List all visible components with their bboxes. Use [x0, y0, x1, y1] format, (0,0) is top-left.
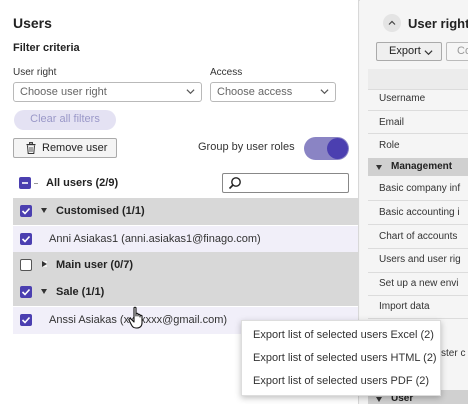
field-username: Username — [379, 93, 426, 104]
export-menu: Export list of selected users Excel (2) … — [241, 320, 441, 396]
group-label: Sale (1/1) — [56, 286, 105, 298]
minus-icon — [22, 182, 28, 184]
hand-cursor-icon — [128, 306, 143, 329]
group-by-roles-label: Group by user roles — [198, 141, 295, 153]
divider — [368, 110, 468, 111]
group-label: Customised (1/1) — [56, 205, 145, 217]
chevron-down-icon — [320, 89, 329, 95]
panel-title: Users — [13, 15, 52, 31]
group-checkbox[interactable] — [20, 286, 32, 298]
group-row-customised[interactable]: Customised (1/1) — [13, 198, 358, 225]
field-role: Role — [379, 140, 400, 151]
chevron-up-icon — [388, 20, 396, 25]
expand-arrow-icon — [376, 397, 382, 402]
expand-arrow-icon[interactable] — [41, 208, 47, 213]
all-users-label: All users (2/9) — [46, 177, 119, 189]
divider — [368, 272, 468, 273]
group-checkbox[interactable] — [20, 259, 32, 271]
right-item: Chart of accounts — [379, 231, 458, 242]
chevron-down-icon — [186, 89, 195, 95]
right-item: Basic accounting i — [379, 207, 460, 218]
section-management[interactable]: Management — [368, 158, 468, 176]
chevron-down-icon — [424, 50, 433, 56]
expand-arrow-icon — [376, 165, 382, 170]
divider — [368, 133, 468, 134]
group-row-main-user[interactable]: Main user (0/7) — [13, 252, 358, 279]
right-item: Import data — [379, 301, 430, 312]
remove-user-label: Remove user — [42, 142, 108, 154]
user-rights-title: User rights — [408, 16, 468, 31]
check-icon — [21, 288, 31, 296]
table-header — [368, 69, 468, 89]
menu-item-export-pdf[interactable]: Export list of selected users PDF (2) — [253, 375, 429, 387]
trash-icon — [26, 142, 36, 154]
menu-item-export-html[interactable]: Export list of selected users HTML (2) — [253, 352, 437, 364]
group-row-sale[interactable]: Sale (1/1) — [13, 279, 358, 306]
check-icon — [21, 316, 31, 324]
section-label: Management — [391, 161, 453, 172]
user-row-anni[interactable]: Anni Asiakas1 (anni.asiakas1@finago.com) — [13, 226, 358, 253]
right-item: Basic company inf — [379, 183, 461, 194]
divider — [368, 318, 468, 319]
check-icon — [21, 207, 31, 215]
right-item: Set up a new envi — [379, 278, 459, 289]
user-label: Anni Asiakas1 (anni.asiakas1@finago.com) — [49, 233, 261, 245]
toggle-knob — [327, 138, 348, 159]
right-item: ster c — [441, 348, 466, 359]
access-placeholder: Choose access — [217, 86, 293, 98]
filter-criteria-heading: Filter criteria — [13, 42, 80, 54]
user-checkbox[interactable] — [20, 233, 32, 245]
group-by-roles-toggle[interactable] — [304, 137, 349, 160]
expand-arrow-icon[interactable] — [41, 289, 47, 294]
divider — [34, 183, 38, 184]
export-label: Export — [389, 45, 421, 57]
check-icon — [21, 235, 31, 243]
group-label: Main user (0/7) — [56, 259, 134, 271]
search-input[interactable] — [222, 173, 349, 193]
divider — [368, 200, 468, 201]
export-button[interactable]: Export — [376, 42, 442, 61]
user-right-placeholder: Choose user right — [20, 86, 107, 98]
access-label: Access — [210, 67, 243, 78]
collapse-panel-button[interactable] — [383, 14, 401, 32]
clear-all-filters-button[interactable]: Clear all filters — [14, 110, 116, 130]
user-right-select[interactable]: Choose user right — [13, 82, 202, 102]
user-right-label: User right — [13, 67, 57, 78]
collapse-arrow-icon[interactable] — [42, 261, 47, 267]
group-checkbox[interactable] — [20, 205, 32, 217]
divider — [368, 89, 468, 90]
divider — [368, 224, 468, 225]
divider — [368, 295, 468, 296]
field-email: Email — [379, 117, 405, 128]
divider — [368, 248, 468, 249]
menu-item-export-excel[interactable]: Export list of selected users Excel (2) — [253, 329, 434, 341]
access-select[interactable]: Choose access — [210, 82, 336, 102]
copy-button[interactable]: Co — [446, 42, 468, 61]
select-all-checkbox[interactable] — [19, 177, 31, 189]
right-item: Users and user rig — [379, 254, 461, 265]
search-icon — [228, 177, 241, 190]
remove-user-button[interactable]: Remove user — [13, 138, 117, 158]
user-checkbox[interactable] — [20, 314, 32, 326]
